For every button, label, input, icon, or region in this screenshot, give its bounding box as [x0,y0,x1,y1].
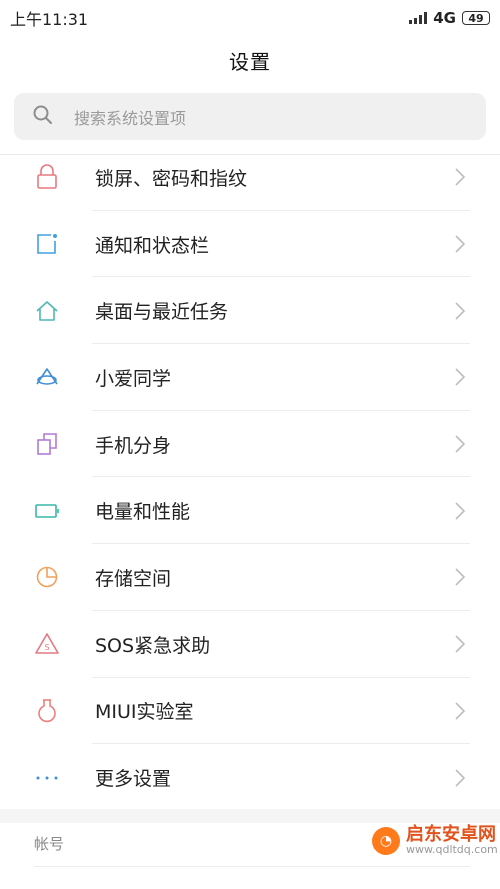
settings-item-battery[interactable]: 电量和性能 [0,477,500,545]
search-icon [32,104,54,130]
settings-item-miui-lab[interactable]: MIUI实验室 [0,678,500,745]
network-type: 4G [433,9,456,27]
settings-item-second-space[interactable]: 手机分身 [0,411,500,478]
watermark: ◔ 启东安卓网 www.qdltdq.com [372,826,498,856]
chevron-right-icon [455,302,466,320]
chevron-right-icon [455,368,466,386]
search-placeholder: 搜索系统设置项 [74,108,187,128]
home-icon [34,298,60,324]
svg-text:S: S [44,643,49,652]
chevron-right-icon [455,235,466,253]
chevron-right-icon [455,435,466,453]
status-bar: 上午11:31 4G 49 [0,0,500,36]
status-icons: 4G 49 [409,9,490,27]
page-title: 设置 [229,50,271,74]
settings-item-label: MIUI实验室 [95,701,194,724]
sos-icon: S [34,631,60,657]
settings-item-label: 小爱同学 [95,367,172,390]
search-input[interactable]: 搜索系统设置项 [14,93,486,140]
watermark-logo-icon: ◔ [372,827,400,855]
settings-item-notifications[interactable]: 通知和状态栏 [0,211,500,278]
settings-item-label: 存储空间 [95,567,172,590]
settings-item-xiaoai[interactable]: 小爱同学 [0,344,500,411]
settings-item-label: SOS紧急求助 [95,634,211,657]
battery-performance-icon [34,498,60,524]
lock-icon [34,164,60,190]
settings-item-storage[interactable]: 存储空间 [0,544,500,611]
section-header-account: 帐号 [34,835,65,853]
settings-item-label: 更多设置 [95,768,172,791]
chevron-right-icon [455,502,466,520]
settings-item-sos[interactable]: S SOS紧急求助 [0,611,500,678]
settings-item-label: 手机分身 [95,434,172,457]
settings-item-label: 桌面与最近任务 [95,301,229,324]
second-space-icon [34,431,60,457]
chevron-right-icon [455,568,466,587]
storage-icon [34,564,60,590]
watermark-url: www.qdltdq.com [406,843,498,856]
settings-item-label: 电量和性能 [95,501,191,524]
battery-icon: 49 [462,11,490,25]
settings-item-label: 通知和状态栏 [95,234,210,257]
chevron-right-icon [455,768,466,787]
chevron-right-icon [455,168,466,186]
chevron-right-icon [455,635,466,653]
section-gap [0,809,500,823]
more-icon [34,765,60,791]
settings-item-lockscreen[interactable]: 锁屏、密码和指纹 [0,144,500,211]
watermark-title: 启东安卓网 [406,824,496,845]
divider [34,866,470,867]
settings-item-label: 锁屏、密码和指纹 [95,167,248,190]
chevron-right-icon [455,702,466,720]
settings-item-more[interactable]: 更多设置 [0,744,500,811]
settings-item-home-screen[interactable]: 桌面与最近任务 [0,277,500,345]
status-time: 上午11:31 [10,10,89,29]
notification-icon [34,231,60,257]
xiaoai-icon [34,364,60,390]
signal-icon [409,12,428,24]
battery-level: 49 [468,11,484,25]
lab-icon [34,698,60,724]
settings-list: 锁屏、密码和指纹 通知和状态栏 桌面与最近任务 小爱同学 手机分身 电量和性能 … [0,144,500,811]
